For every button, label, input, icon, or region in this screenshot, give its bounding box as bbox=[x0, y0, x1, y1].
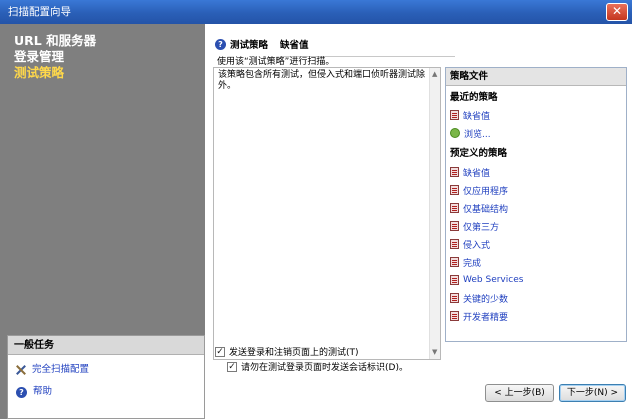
policy-files-header: 策略文件 bbox=[446, 68, 626, 86]
send-tests-checkbox[interactable]: ✓ bbox=[215, 346, 225, 357]
page-title: 测试策略 bbox=[230, 40, 269, 51]
policy-file-icon bbox=[450, 311, 459, 321]
task-full-scan-config[interactable]: 完全扫描配置 bbox=[16, 362, 89, 378]
policy-label[interactable]: 缺省值 bbox=[463, 109, 490, 122]
policy-label[interactable]: 开发者精要 bbox=[463, 310, 508, 323]
policy-file-icon bbox=[450, 185, 459, 195]
close-button[interactable]: ✕ bbox=[606, 3, 628, 21]
page-heading: ? 测试策略 缺省值 bbox=[215, 37, 309, 51]
predefined-policy-developer-essentials[interactable]: 开发者精要 bbox=[450, 309, 508, 323]
current-policy-name: 缺省值 bbox=[280, 40, 309, 51]
policy-label[interactable]: 缺省值 bbox=[463, 166, 490, 179]
no-session-id-label[interactable]: 请勿在测试登录页面时发送会话标识(D)。 bbox=[241, 360, 408, 373]
help-icon[interactable]: ? bbox=[215, 38, 226, 50]
predefined-policy-app-only[interactable]: 仅应用程序 bbox=[450, 183, 508, 197]
policy-label[interactable]: 关键的少数 bbox=[463, 292, 508, 305]
policy-label[interactable]: Web Services bbox=[463, 275, 523, 285]
page-subtitle: 使用该“测试策略”进行扫描。 bbox=[217, 57, 335, 67]
step-url-servers[interactable]: URL 和服务器 bbox=[14, 33, 96, 49]
predefined-policies-title: 预定义的策略 bbox=[450, 148, 508, 159]
general-tasks-header: 一般任务 bbox=[8, 336, 204, 355]
policy-label[interactable]: 侵入式 bbox=[463, 238, 490, 251]
predefined-policy-web-services[interactable]: Web Services bbox=[450, 273, 523, 287]
general-tasks-panel: 一般任务 完全扫描配置 ? 帮助 bbox=[7, 335, 205, 419]
no-session-id-checkbox[interactable]: ✓ bbox=[227, 361, 237, 372]
policy-file-icon bbox=[450, 257, 459, 267]
predefined-policy-critical-few[interactable]: 关键的少数 bbox=[450, 291, 508, 305]
send-tests-label[interactable]: 发送登录和注销页面上的测试(T) bbox=[229, 345, 359, 358]
back-button[interactable]: < 上一步(B) bbox=[485, 384, 554, 402]
scroll-down-arrow-icon[interactable]: ▼ bbox=[432, 347, 437, 358]
wizard-main: ? 测试策略 缺省值 使用该“测试策略”进行扫描。 该策略包含所有测试，但侵入式… bbox=[205, 24, 632, 419]
no-session-id-option[interactable]: ✓ 请勿在测试登录页面时发送会话标识(D)。 bbox=[227, 360, 408, 373]
policy-file-icon bbox=[450, 110, 459, 120]
description-scrollbar[interactable]: ▲ ▼ bbox=[429, 68, 440, 359]
scroll-up-arrow-icon[interactable]: ▲ bbox=[432, 69, 437, 80]
recent-policies-title: 最近的策略 bbox=[450, 92, 498, 103]
window-titlebar: 扫描配置向导 ✕ bbox=[0, 0, 632, 24]
browse-icon bbox=[450, 128, 460, 138]
next-button[interactable]: 下一步(N) > bbox=[559, 384, 626, 402]
recent-policy-default[interactable]: 缺省值 bbox=[450, 108, 490, 122]
predefined-policy-third-party[interactable]: 仅第三方 bbox=[450, 219, 499, 233]
policy-label[interactable]: 完成 bbox=[463, 256, 481, 269]
step-login-management[interactable]: 登录管理 bbox=[14, 49, 96, 65]
predefined-policy-complete[interactable]: 完成 bbox=[450, 255, 481, 269]
send-tests-option[interactable]: ✓ 发送登录和注销页面上的测试(T) bbox=[215, 345, 359, 358]
browse-label[interactable]: 浏览... bbox=[464, 127, 491, 140]
policy-file-icon bbox=[450, 293, 459, 303]
task-help-label[interactable]: 帮助 bbox=[33, 384, 52, 400]
wizard-steps: URL 和服务器 登录管理 测试策略 bbox=[14, 33, 96, 81]
task-help[interactable]: ? 帮助 bbox=[16, 384, 52, 400]
policy-label[interactable]: 仅基础结构 bbox=[463, 202, 508, 215]
policy-file-icon bbox=[450, 221, 459, 231]
help-icon: ? bbox=[16, 386, 27, 398]
policy-label[interactable]: 仅应用程序 bbox=[463, 184, 508, 197]
policy-description: 该策略包含所有测试，但侵入式和端口侦听器测试除外。 bbox=[218, 70, 426, 91]
policy-file-icon bbox=[450, 203, 459, 213]
browse-policy[interactable]: 浏览... bbox=[450, 126, 491, 140]
tools-icon bbox=[16, 365, 26, 375]
predefined-policy-invasive[interactable]: 侵入式 bbox=[450, 237, 490, 251]
predefined-policy-default[interactable]: 缺省值 bbox=[450, 165, 490, 179]
wizard-sidebar: URL 和服务器 登录管理 测试策略 一般任务 完全扫描配置 ? 帮助 bbox=[0, 24, 205, 419]
task-full-scan-config-label[interactable]: 完全扫描配置 bbox=[32, 362, 89, 378]
policy-file-icon bbox=[450, 167, 459, 177]
policy-label[interactable]: 仅第三方 bbox=[463, 220, 499, 233]
predefined-policy-infra-only[interactable]: 仅基础结构 bbox=[450, 201, 508, 215]
policy-file-icon bbox=[450, 275, 459, 285]
policy-files-panel: 策略文件 最近的策略 缺省值 浏览... 预定义的策略 缺省值 仅应用程序 仅基… bbox=[445, 67, 627, 342]
policy-description-box[interactable]: 该策略包含所有测试，但侵入式和端口侦听器测试除外。 ▲ ▼ bbox=[213, 67, 441, 360]
policy-file-icon bbox=[450, 239, 459, 249]
step-test-policy[interactable]: 测试策略 bbox=[14, 65, 96, 81]
window-title: 扫描配置向导 bbox=[8, 6, 71, 18]
